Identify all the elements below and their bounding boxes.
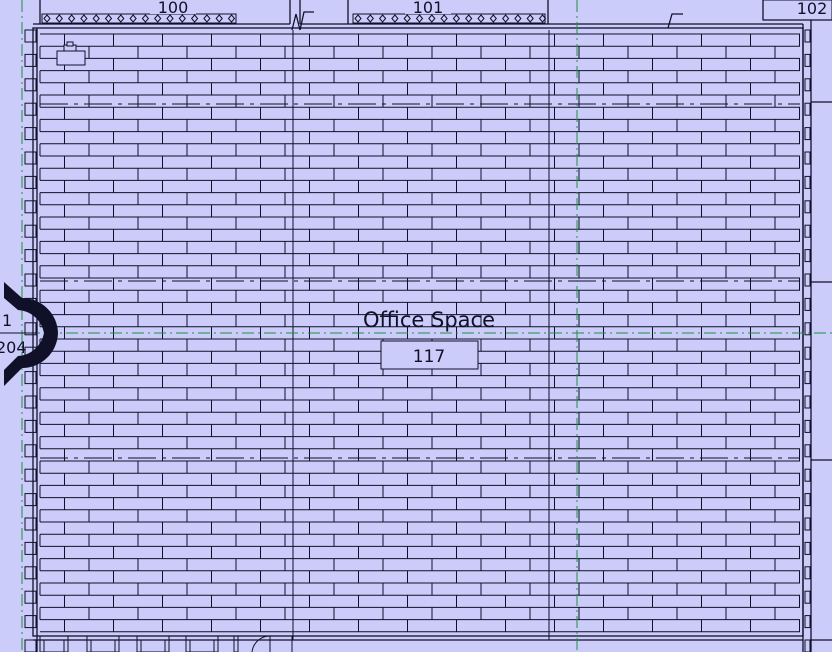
floor-plan: 1 204 Office Space 117 100 101 102 (0, 0, 832, 652)
adjacent-room-102: 102 (797, 0, 828, 18)
section-sheet-number: 204 (0, 338, 27, 357)
adjacent-room-100: 100 (158, 0, 189, 17)
room-number: 117 (413, 347, 445, 367)
adjacent-room-101: 101 (413, 0, 444, 17)
section-detail-number: 1 (2, 311, 12, 330)
room-name: Office Space (363, 308, 495, 332)
